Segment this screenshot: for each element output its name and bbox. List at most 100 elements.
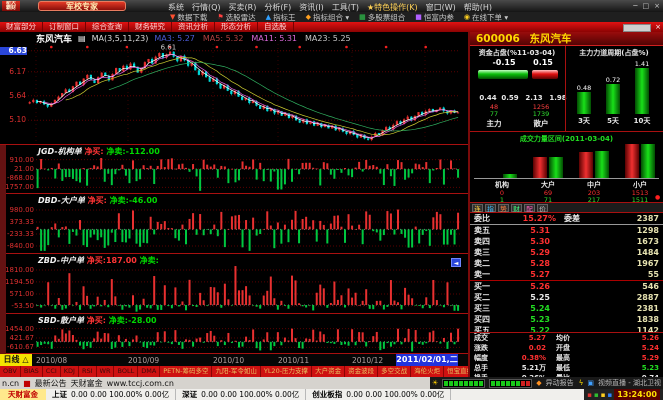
period-tab[interactable]: 日线 △ [0, 354, 32, 366]
order-book-row[interactable]: 买四5.231838 [470, 314, 663, 325]
indicator-link[interactable]: CCI [43, 366, 61, 377]
window-control-icon[interactable]: × [654, 2, 660, 10]
indicator-link[interactable]: BOLL [114, 366, 138, 377]
index-item[interactable]: 创业板指0.00 0.00 100.00% 0.00亿 [306, 389, 451, 400]
main-candle-chart[interactable]: 6.614.67 [28, 44, 460, 143]
tabbar-scrollbar[interactable] [623, 24, 651, 32]
workspace-tab[interactable]: 形态分析 [215, 22, 258, 32]
download-icon: ▼ [170, 14, 175, 21]
cycle-label: 5天 [598, 116, 628, 126]
quote-panel-header: 600006 东风汽车 [470, 32, 663, 46]
indicator-link[interactable]: RSI [79, 366, 97, 377]
power-green-bar [595, 151, 609, 178]
quote-mini-tab[interactable]: 配 [524, 204, 535, 212]
indicator-link[interactable]: KDJ [61, 366, 79, 377]
toolbar-item[interactable]: ◆指标组合 ▾ [306, 12, 350, 23]
stock-stats: 成交5.27均价5.26涨跌0.02开盘5.24幅度0.38%最高5.29总手5… [470, 332, 663, 377]
notice-label[interactable]: 最新公告 [35, 378, 67, 389]
workspace-tab[interactable]: 订制窗口 [43, 22, 86, 32]
workspace-tab[interactable]: 综合查询 [86, 22, 129, 32]
funds-pos-value: 0.15 [528, 58, 558, 67]
panel-bar-chart[interactable] [36, 324, 460, 352]
indicator-link[interactable]: WR [97, 366, 115, 377]
workspace-tab[interactable]: 财富部分 [0, 22, 43, 32]
quote-mini-tab[interactable]: 连 [472, 204, 483, 212]
report-label[interactable]: 异动报告 [546, 378, 574, 388]
flash-icon[interactable]: ϟ [579, 379, 584, 387]
ma-value: MA3: 5.27 [154, 34, 195, 43]
tabbar-close-icon[interactable]: × [655, 23, 661, 31]
toolbar-item[interactable]: ■恒富内参 [415, 12, 454, 23]
combo-icon: ◆ [306, 14, 311, 21]
main-ytick: 5.10 [0, 116, 26, 124]
indicator-link[interactable]: YL20-压力支撑 [261, 366, 312, 377]
order-book-row[interactable]: 卖三5.291484 [470, 247, 663, 258]
tray-icon-blue[interactable]: ▪ [607, 391, 612, 399]
quote-mini-tab[interactable]: 指 [485, 204, 496, 212]
announce-brand: 天财富金 [71, 378, 103, 389]
toolbar-item-label: 指标王 [273, 12, 296, 23]
funds-green-bar [478, 70, 528, 79]
window-control-icon[interactable]: ─ [633, 2, 637, 10]
panel-bar-chart[interactable] [36, 155, 460, 192]
order-book-row[interactable]: 卖一5.2755 [470, 269, 663, 281]
indicator-link[interactable]: 资金波段 [345, 366, 378, 377]
funds-section: 资金占盘(%11-03-04)主力力道周期(占盘%)-0.150.150.440… [470, 46, 663, 132]
tray-icon-yellow[interactable]: ▪ [601, 391, 606, 399]
tray-icon-green[interactable]: ▪ [594, 391, 599, 399]
video-label[interactable]: 视频直播 - 湖北卫视 [598, 378, 661, 388]
order-icon: ◉ [464, 14, 470, 21]
tray-icon-red[interactable]: ▪ [587, 391, 592, 399]
indicator-link[interactable]: OBV [0, 366, 21, 377]
workspace-tab[interactable]: 自选股 [258, 22, 294, 32]
stat-row: 总手5.21万最低5.23 [470, 363, 663, 373]
indicator-link[interactable]: 大户资金 [312, 366, 345, 377]
order-book-row[interactable]: 卖五5.311298 [470, 225, 663, 236]
quote-mini-tab[interactable]: 价 [537, 204, 548, 212]
funds-title: 资金占盘(%11-03-04) [470, 48, 564, 58]
toolbar-item[interactable]: ◉在线下单 ▾ [464, 12, 508, 23]
quote-mini-tab[interactable]: 势 [498, 204, 509, 212]
date-tick: 2010/11 [278, 356, 309, 365]
indicator-link[interactable]: 九阳-军令如山 [212, 366, 260, 377]
toolbar-item[interactable]: ▲指标王 [266, 12, 296, 23]
funds-col-label: 主力 [481, 118, 507, 129]
window-control-icon[interactable]: □ [643, 2, 650, 10]
indicator-icon: ▲ [266, 14, 271, 21]
indicator-link[interactable]: 海伦火炬 [411, 366, 444, 377]
chart-scroll-left-icon[interactable]: ◄ [451, 258, 461, 267]
diamond-icon: ◆ [536, 379, 541, 387]
current-date-label: 2011/02/01,二 [396, 354, 458, 366]
announce-bar: n.cn ■ 最新公告 天财富金 www.tccj.com.cn ☀ ◆ 异动报… [0, 377, 663, 389]
tv-icon[interactable]: ▣ [587, 379, 594, 387]
order-book-row[interactable]: 卖二5.281967 [470, 258, 663, 269]
ma-values: MA3: 5.27MA5: 5.32MA11: 5.31MA23: 5.25 [154, 34, 350, 43]
cycle-bar [577, 92, 591, 114]
indicator-link[interactable]: 多空交战 [378, 366, 411, 377]
brand-button[interactable]: 军校专家 [38, 1, 126, 11]
index-item[interactable]: 上证0.00 0.00 100.00% 0.00亿 [46, 389, 176, 400]
funds-red-bar [532, 70, 558, 79]
workspace-tab[interactable]: 财务研究 [129, 22, 172, 32]
order-book-row[interactable]: 买三5.242381 [470, 303, 663, 314]
grid-icon[interactable]: ▤ [78, 34, 86, 43]
indicator-link[interactable]: PETN-筹码多空 [160, 366, 212, 377]
indicator-link[interactable]: BIAS [21, 366, 43, 377]
toolbar-item[interactable]: ▼数据下载 [170, 12, 207, 23]
announce-url[interactable]: www.tccj.com.cn [107, 379, 174, 388]
indicator-link[interactable]: DMA [138, 366, 160, 377]
panel-bar-chart[interactable] [36, 264, 460, 312]
ma-param-label: MA(3,5,11,23) [92, 34, 149, 43]
sun-icon[interactable]: ☀ [432, 379, 438, 387]
workspace-tab[interactable]: 资讯分析 [172, 22, 215, 32]
stock-code: 600006 [476, 33, 520, 45]
index-item[interactable]: 深证0.00 0.00 100.00% 0.00亿 [176, 389, 306, 400]
toolbar-item[interactable]: ⚑选股雷达 [217, 12, 255, 23]
order-book-row[interactable]: 买一5.26546 [470, 281, 663, 292]
panel-bar-chart[interactable] [36, 204, 460, 252]
quote-mini-tab[interactable]: 财 [511, 204, 522, 212]
power-red-bar [533, 157, 547, 178]
order-book-row[interactable]: 买二5.252887 [470, 292, 663, 303]
order-book-row[interactable]: 卖四5.301673 [470, 236, 663, 247]
toolbar-item[interactable]: ▦多股票组合 [359, 12, 405, 23]
